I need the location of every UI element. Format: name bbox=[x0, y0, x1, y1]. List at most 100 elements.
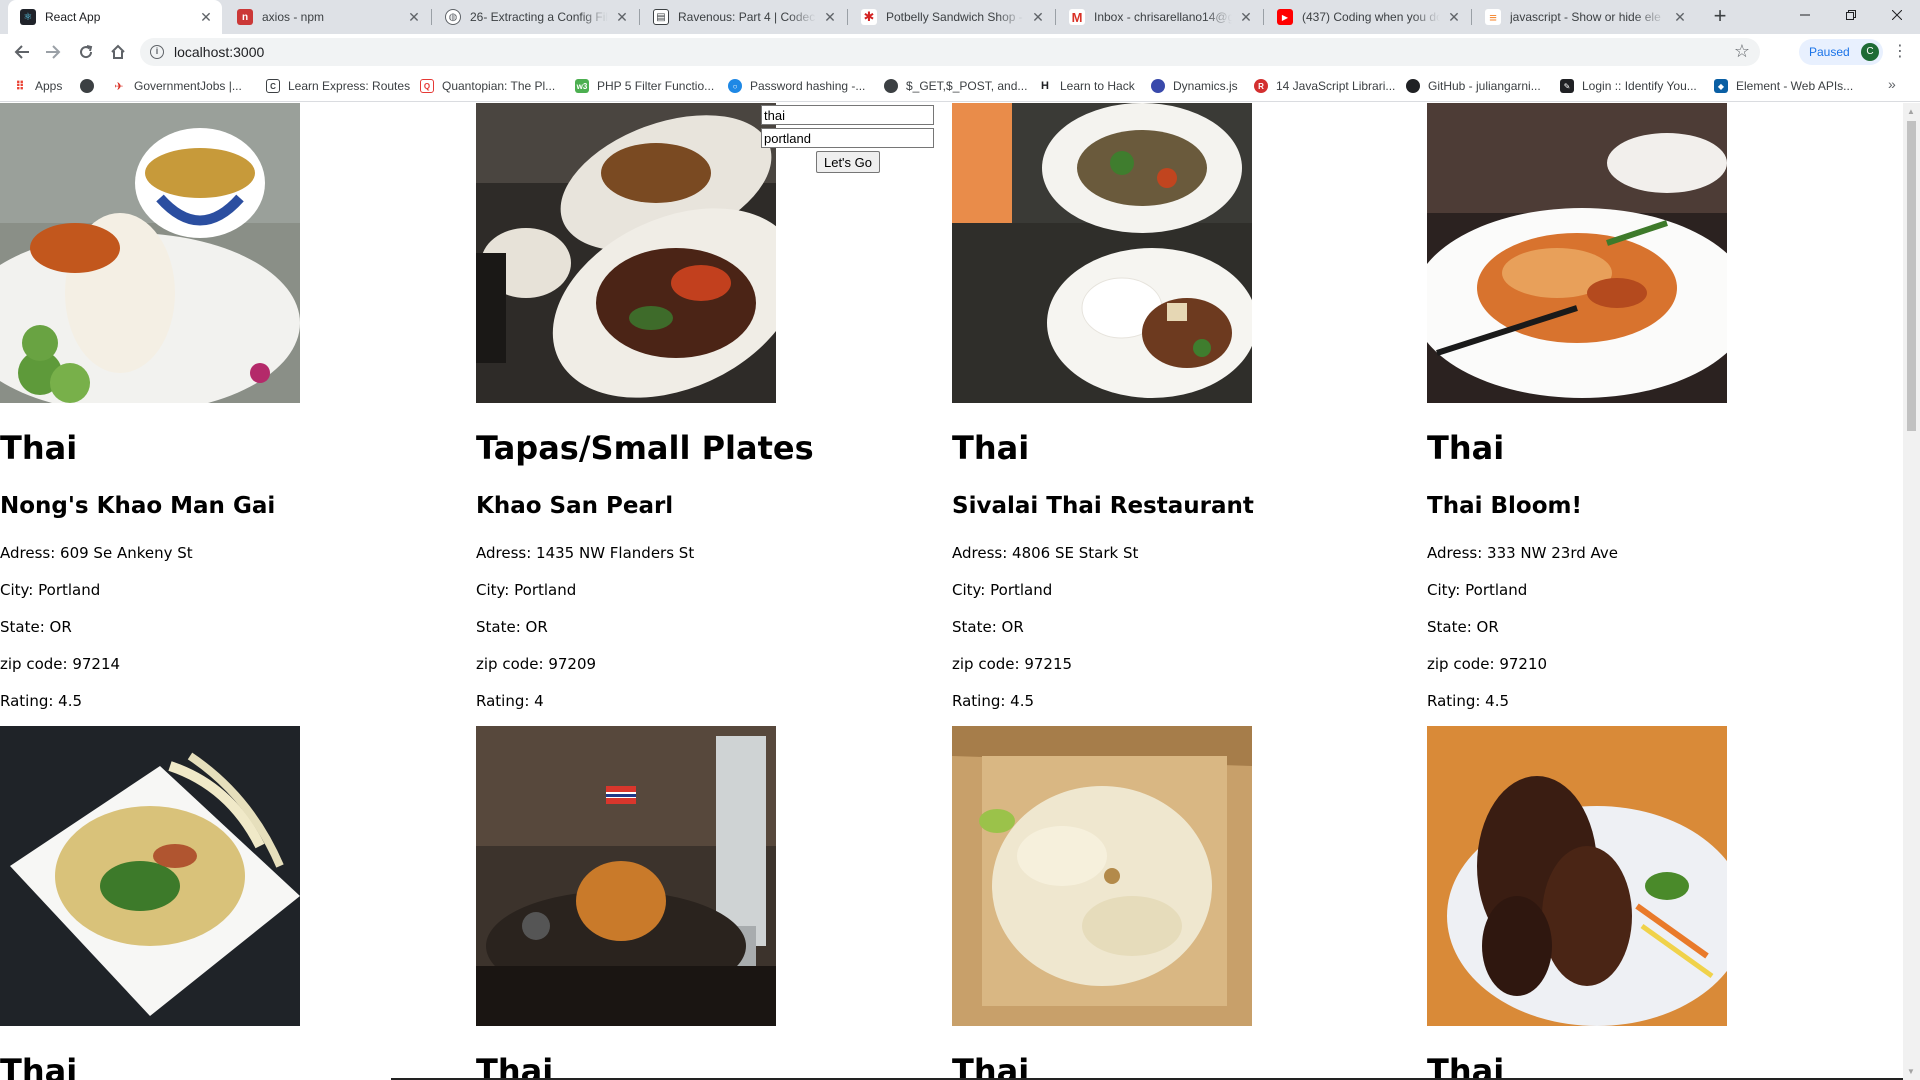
business-card: Thai Thai Bloom! Adress: 333 NW 23rd Ave… bbox=[1427, 103, 1727, 710]
business-card: Thai bbox=[1427, 726, 1727, 1080]
bookmark-github[interactable]: GitHub - juliangarni... bbox=[1406, 77, 1541, 95]
bookmark-learn-express[interactable]: C Learn Express: Routes bbox=[266, 77, 410, 95]
tab-config-file[interactable]: ◍ 26- Extracting a Config File ✕ bbox=[433, 0, 638, 34]
tab-stackoverflow[interactable]: ≡ javascript - Show or hide ele ✕ bbox=[1473, 0, 1696, 34]
bookmark-globe[interactable] bbox=[80, 77, 102, 95]
business-photo bbox=[0, 103, 300, 403]
bookmark-star-icon[interactable]: ☆ bbox=[1734, 41, 1750, 62]
tab-separator bbox=[1055, 9, 1056, 25]
close-window-button[interactable] bbox=[1874, 0, 1919, 30]
business-city: City: Portland bbox=[952, 581, 1053, 599]
tab-separator bbox=[847, 9, 848, 25]
business-category: Thai bbox=[0, 1052, 78, 1080]
mdn-icon: ◆ bbox=[1714, 79, 1728, 93]
bookmark-password-hashing[interactable]: ○ Password hashing -... bbox=[728, 77, 865, 95]
quantopian-icon: Q bbox=[420, 79, 434, 93]
tab-separator bbox=[431, 9, 432, 25]
business-card: Thai bbox=[952, 726, 1252, 1080]
business-card: Thai Sivalai Thai Restaurant Adress: 480… bbox=[952, 103, 1254, 710]
business-category: Thai bbox=[476, 1052, 554, 1080]
address-bar[interactable]: i localhost:3000 ☆ bbox=[140, 38, 1760, 66]
business-card: Thai Nong's Khao Man Gai Adress: 609 Se … bbox=[0, 103, 300, 710]
bookmark-quantopian[interactable]: Q Quantopian: The Pl... bbox=[420, 77, 555, 95]
minimize-icon bbox=[1799, 14, 1810, 16]
back-button[interactable] bbox=[8, 38, 36, 66]
reload-button[interactable] bbox=[72, 38, 100, 66]
bookmark-element-mdn[interactable]: ◆ Element - Web APIs... bbox=[1714, 77, 1853, 95]
business-address: Adress: 4806 SE Stark St bbox=[952, 544, 1139, 562]
business-zip: zip code: 97215 bbox=[952, 655, 1073, 673]
scrollbar-thumb[interactable] bbox=[1907, 121, 1916, 431]
globe-favicon-icon: ◍ bbox=[445, 9, 461, 25]
search-term-input[interactable] bbox=[761, 105, 934, 125]
bookmark-learn-to-hack[interactable]: H Learn to Hack bbox=[1038, 77, 1135, 95]
tab-youtube[interactable]: ▶ (437) Coding when you don't ✕ bbox=[1265, 0, 1470, 34]
close-tab-icon[interactable]: ✕ bbox=[1672, 9, 1688, 25]
apps-grid-icon: ⠿ bbox=[13, 79, 27, 93]
business-rating: Rating: 4 bbox=[476, 692, 544, 710]
business-name: Nong's Khao Man Gai bbox=[0, 493, 276, 519]
tab-axios-npm[interactable]: n axios - npm ✕ bbox=[225, 0, 430, 34]
tab-potbelly-yelp[interactable]: ✱ Potbelly Sandwich Shop - 7 ✕ bbox=[849, 0, 1054, 34]
close-tab-icon[interactable]: ✕ bbox=[1030, 9, 1046, 25]
tab-gmail-inbox[interactable]: M Inbox - chrisarellano14@gmail ✕ bbox=[1057, 0, 1262, 34]
globe-icon bbox=[884, 79, 898, 93]
back-arrow-icon bbox=[14, 45, 29, 59]
page-scrollbar[interactable]: ▲ ▼ bbox=[1903, 103, 1920, 1080]
business-state: State: OR bbox=[952, 618, 1024, 636]
close-tab-icon[interactable]: ✕ bbox=[822, 9, 838, 25]
new-tab-button[interactable]: + bbox=[1708, 5, 1732, 29]
business-category: Tapas/Small Plates bbox=[476, 429, 814, 467]
business-category: Thai bbox=[1427, 1052, 1505, 1080]
bookmark-apps[interactable]: ⠿ Apps bbox=[13, 77, 62, 95]
home-button[interactable] bbox=[104, 38, 132, 66]
bookmarks-bar: ⠿ Apps ✈ GovernmentJobs |... C Learn Exp… bbox=[0, 70, 1920, 102]
codecademy-icon: C bbox=[266, 79, 280, 93]
yelp-favicon-icon: ✱ bbox=[861, 9, 877, 25]
tab-ravenous-codecademy[interactable]: ▤ Ravenous: Part 4 | Codecademy ✕ bbox=[641, 0, 846, 34]
profile-button[interactable]: Paused C bbox=[1799, 39, 1883, 65]
business-rating: Rating: 4.5 bbox=[1427, 692, 1510, 710]
bookmark-login-identify[interactable]: ✎ Login :: Identify You... bbox=[1560, 77, 1697, 95]
stackoverflow-favicon-icon: ≡ bbox=[1485, 9, 1501, 25]
password-icon: ○ bbox=[728, 79, 742, 93]
close-tab-icon[interactable]: ✕ bbox=[1446, 9, 1462, 25]
business-city: City: Portland bbox=[0, 581, 101, 599]
search-submit-button[interactable]: Let's Go bbox=[815, 151, 880, 173]
hackerrank-icon: H bbox=[1038, 79, 1052, 93]
bookmark-php-filter[interactable]: w3 PHP 5 Filter Functio... bbox=[575, 77, 714, 95]
forward-button[interactable] bbox=[39, 38, 67, 66]
business-photo bbox=[476, 726, 776, 1026]
address-url[interactable]: localhost:3000 bbox=[174, 44, 264, 60]
bookmark-governmentjobs[interactable]: ✈ GovernmentJobs |... bbox=[112, 77, 242, 95]
bookmark-dynamics[interactable]: Dynamics.js bbox=[1151, 77, 1238, 95]
close-tab-icon[interactable]: ✕ bbox=[1238, 9, 1254, 25]
close-window-icon bbox=[1891, 10, 1902, 20]
close-tab-icon[interactable]: ✕ bbox=[198, 9, 214, 25]
business-zip: zip code: 97209 bbox=[476, 655, 597, 673]
minimize-button[interactable] bbox=[1782, 0, 1827, 30]
governmentjobs-icon: ✈ bbox=[112, 79, 126, 93]
w3schools-icon: w3 bbox=[575, 79, 589, 93]
site-info-icon[interactable]: i bbox=[150, 45, 164, 59]
business-photo bbox=[1427, 103, 1727, 403]
r-icon: R bbox=[1254, 79, 1268, 93]
bookmark-js-libraries[interactable]: R 14 JavaScript Librari... bbox=[1254, 77, 1395, 95]
bookmarks-overflow-icon[interactable]: » bbox=[1888, 76, 1896, 92]
scroll-up-arrow-icon[interactable]: ▲ bbox=[1907, 107, 1915, 116]
tab-separator bbox=[1263, 9, 1264, 25]
gmail-favicon-icon: M bbox=[1069, 9, 1085, 25]
bookmark-get-post[interactable]: $_GET,$_POST, and... bbox=[884, 77, 1027, 95]
close-tab-icon[interactable]: ✕ bbox=[406, 9, 422, 25]
scroll-down-arrow-icon[interactable]: ▼ bbox=[1907, 1067, 1915, 1076]
search-location-input[interactable] bbox=[761, 128, 934, 148]
chrome-menu-icon[interactable]: ⋮ bbox=[1892, 42, 1908, 62]
tab-separator bbox=[1471, 9, 1472, 25]
business-zip: zip code: 97214 bbox=[0, 655, 121, 673]
business-photo bbox=[1427, 726, 1727, 1026]
business-address: Adress: 609 Se Ankeny St bbox=[0, 544, 193, 562]
restore-button[interactable] bbox=[1828, 0, 1873, 30]
tab-react-app[interactable]: ⚛ React App ✕ bbox=[8, 0, 222, 34]
business-rating: Rating: 4.5 bbox=[0, 692, 83, 710]
close-tab-icon[interactable]: ✕ bbox=[614, 9, 630, 25]
